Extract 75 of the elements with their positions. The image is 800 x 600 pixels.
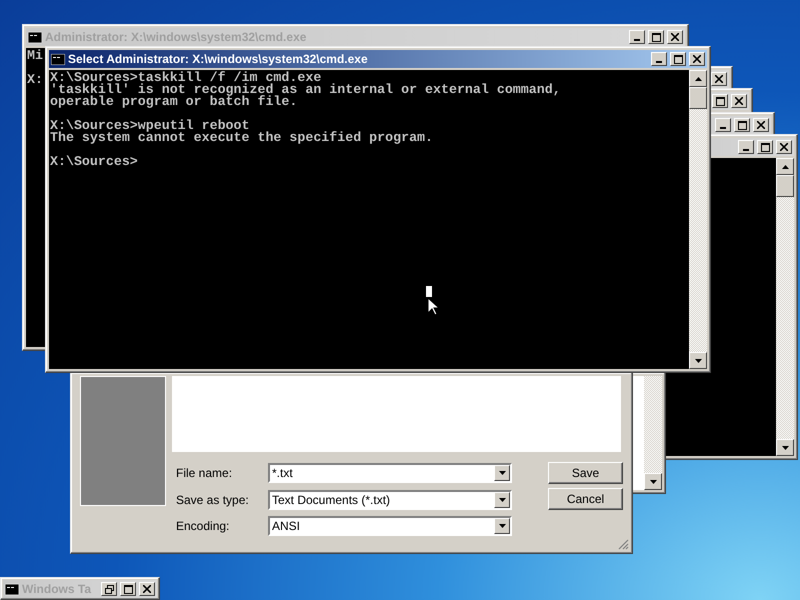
maximize-icon bbox=[716, 96, 724, 106]
scroll-down-button[interactable] bbox=[689, 352, 707, 369]
up-triangle-icon bbox=[782, 164, 788, 168]
console-icon bbox=[28, 32, 42, 42]
dialog-button[interactable]: Save bbox=[548, 462, 623, 484]
combo-box[interactable]: Text Documents (*.txt) bbox=[268, 490, 512, 510]
minimize-button[interactable] bbox=[651, 52, 667, 66]
scrollbar[interactable] bbox=[644, 376, 662, 490]
down-triangle-icon bbox=[498, 498, 506, 502]
field-label: Encoding: bbox=[175, 519, 230, 533]
console-line: operable program or batch file. bbox=[50, 96, 298, 108]
scroll-thumb[interactable] bbox=[776, 175, 794, 197]
close-button[interactable] bbox=[139, 582, 155, 596]
scroll-up-button[interactable] bbox=[776, 158, 794, 175]
down-triangle-icon bbox=[694, 358, 702, 362]
close-icon bbox=[757, 121, 765, 129]
down-triangle-icon bbox=[498, 524, 506, 528]
resize-grip-icon[interactable] bbox=[618, 539, 629, 550]
minimize-button[interactable] bbox=[629, 30, 645, 44]
close-button[interactable] bbox=[711, 72, 727, 86]
close-icon bbox=[780, 143, 788, 151]
close-button[interactable] bbox=[689, 52, 705, 66]
maximize-icon bbox=[760, 142, 770, 152]
dropdown-button[interactable] bbox=[494, 492, 510, 508]
scroll-thumb[interactable] bbox=[689, 87, 707, 109]
field-label: Save as type: bbox=[175, 492, 250, 506]
console-line: 'taskkill' is not recognized as an internal or external command, bbox=[50, 84, 561, 96]
maximize-button[interactable] bbox=[712, 94, 728, 108]
maximize-button[interactable] bbox=[734, 118, 750, 132]
combo-box[interactable]: *.txt bbox=[268, 462, 512, 482]
scroll-down-button[interactable] bbox=[644, 473, 662, 490]
scrollbar[interactable] bbox=[689, 70, 707, 369]
console-line: Mi bbox=[27, 50, 43, 62]
console-line: X:\Sources>wpeutil reboot bbox=[50, 120, 250, 132]
restore-button[interactable] bbox=[101, 582, 117, 596]
console-line: The system cannot execute the specified program. bbox=[50, 132, 434, 144]
close-icon bbox=[715, 75, 723, 83]
maximize-button[interactable] bbox=[120, 582, 136, 596]
scroll-up-button[interactable] bbox=[689, 70, 707, 87]
maximize-icon bbox=[738, 120, 746, 130]
close-button[interactable] bbox=[667, 30, 683, 44]
up-triangle-icon bbox=[694, 76, 702, 80]
close-button[interactable] bbox=[731, 94, 747, 108]
close-button[interactable] bbox=[776, 140, 792, 154]
window-title: Select Administrator: X:\windows\system32\cmd.exe bbox=[68, 52, 369, 66]
dropdown-button[interactable] bbox=[494, 518, 510, 534]
maximize-button[interactable] bbox=[648, 30, 664, 44]
mouse-pointer-icon bbox=[426, 286, 440, 316]
scroll-down-button[interactable] bbox=[776, 439, 794, 456]
console-icon bbox=[5, 584, 19, 594]
down-triangle-icon bbox=[498, 470, 506, 474]
maximize-icon bbox=[124, 584, 132, 594]
maximize-icon bbox=[652, 32, 660, 42]
maximize-button[interactable] bbox=[670, 52, 686, 66]
close-icon bbox=[735, 97, 743, 105]
minimize-button[interactable] bbox=[715, 118, 731, 132]
console-line: X:\Sources> bbox=[50, 156, 138, 168]
dropdown-button[interactable] bbox=[494, 464, 510, 480]
close-icon bbox=[143, 585, 151, 593]
maximize-button[interactable] bbox=[757, 140, 773, 154]
minimize-button[interactable] bbox=[738, 140, 754, 154]
dialog-button[interactable]: Cancel bbox=[548, 488, 623, 510]
maximize-icon bbox=[674, 54, 682, 64]
console-icon bbox=[51, 54, 65, 64]
down-triangle-icon bbox=[782, 446, 788, 450]
console-line: X:\Sources>taskkill /f /im cmd.exe bbox=[50, 72, 322, 84]
scrollbar[interactable] bbox=[776, 158, 794, 456]
field-label: File name: bbox=[175, 466, 234, 480]
close-button[interactable] bbox=[753, 118, 769, 132]
combo-box[interactable]: ANSI bbox=[268, 516, 512, 536]
down-triangle-icon bbox=[650, 480, 656, 484]
restore-icon bbox=[104, 584, 114, 594]
console-line: X: bbox=[27, 74, 43, 86]
close-icon bbox=[693, 55, 701, 63]
close-icon bbox=[671, 33, 679, 41]
